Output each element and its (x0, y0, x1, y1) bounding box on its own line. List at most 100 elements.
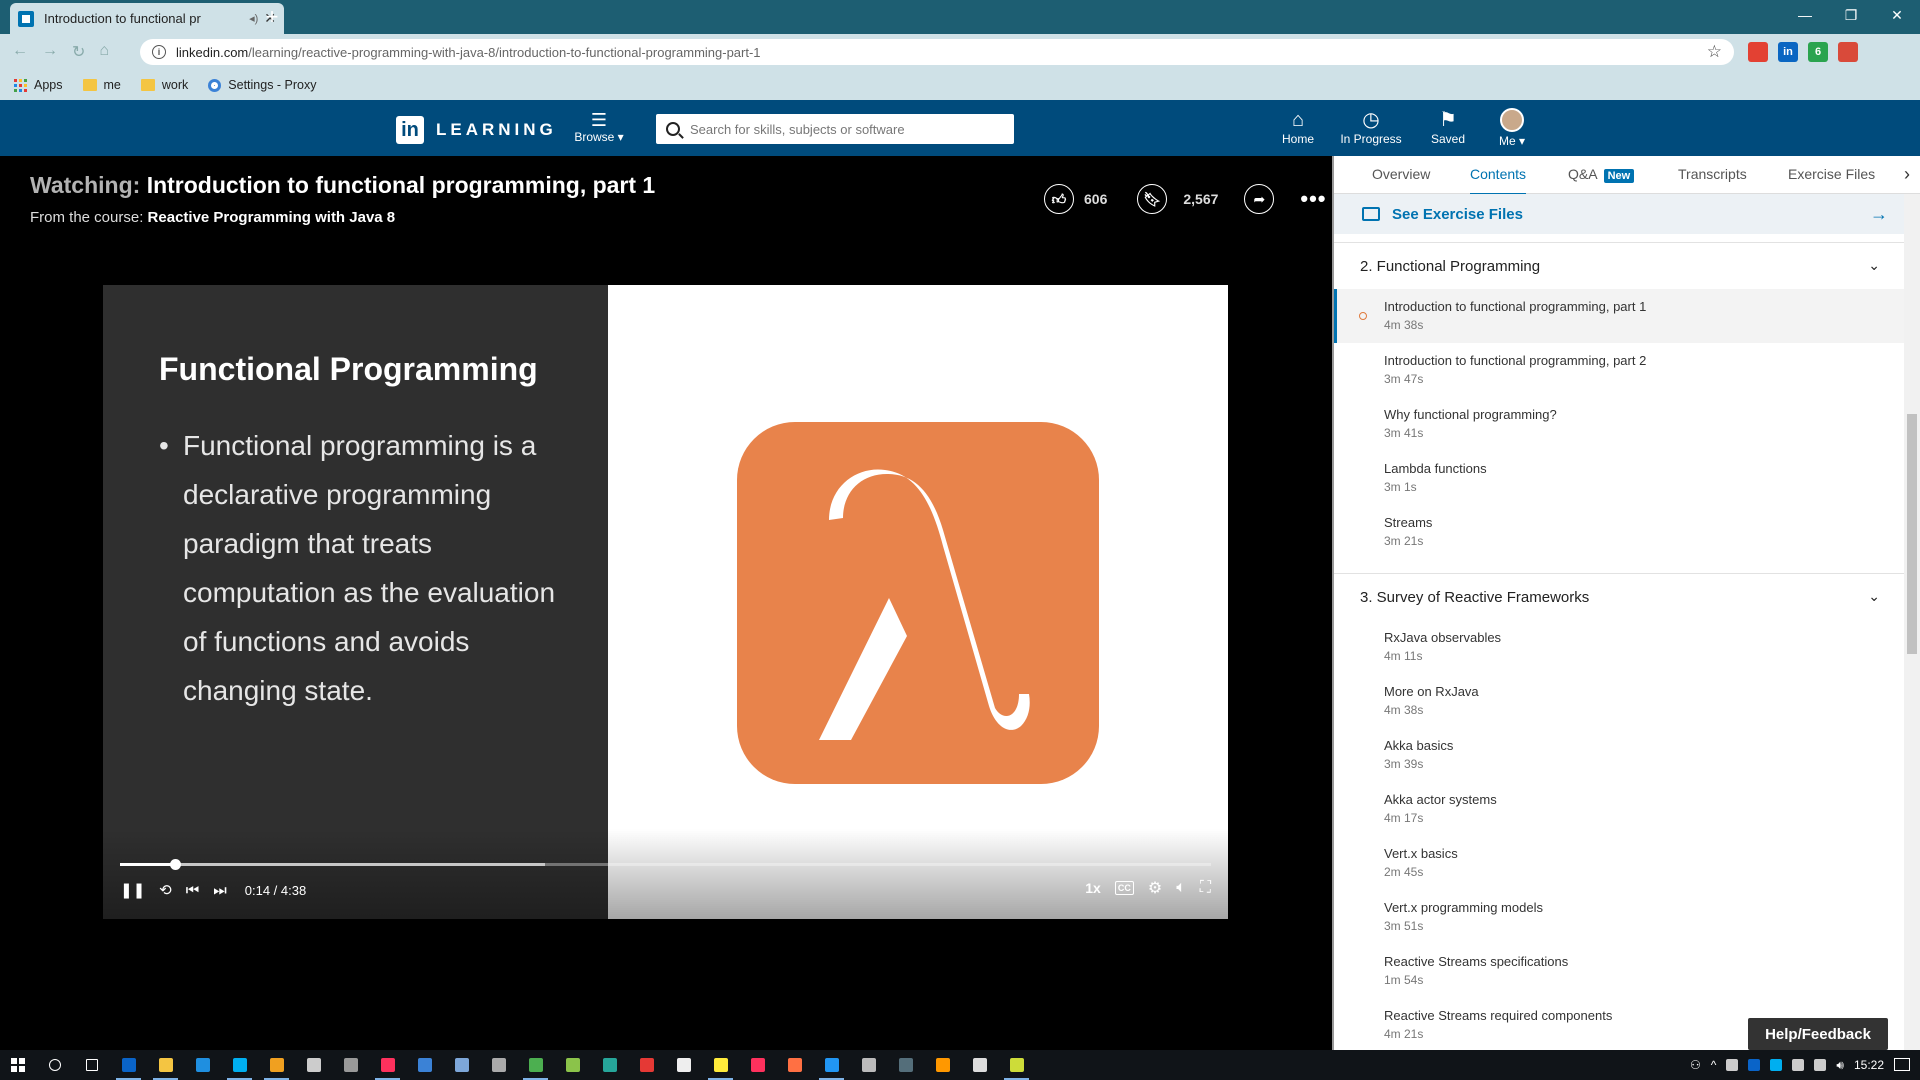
video-list-item[interactable]: Akka basics 3m 39s (1334, 728, 1904, 782)
bookmark-work[interactable]: work (140, 78, 188, 92)
browser-tab[interactable]: Introduction to functional pr ◂) ✕ (10, 3, 284, 34)
outlook-icon[interactable] (110, 1050, 147, 1080)
new-tab-button[interactable]: + (260, 5, 284, 29)
video-list-item[interactable]: Introduction to functional programming, … (1334, 343, 1904, 397)
see-exercise-files-link[interactable]: See Exercise Files → (1334, 194, 1904, 234)
tab-qa[interactable]: Q&A New (1568, 166, 1635, 183)
pause-icon[interactable]: ❚❚ (120, 878, 145, 902)
app-green-icon[interactable] (554, 1050, 591, 1080)
bookmark-apps[interactable]: Apps (14, 78, 63, 92)
nav-in-progress[interactable]: ◷ In Progress (1338, 108, 1404, 146)
extension-badge-icon[interactable]: 6 (1808, 42, 1828, 62)
notification-center-icon[interactable] (1894, 1058, 1910, 1071)
back-icon[interactable]: ← (12, 42, 28, 62)
start-button[interactable] (0, 1050, 36, 1080)
video-list-item[interactable]: Reactive Streams specifications 1m 54s (1334, 944, 1904, 998)
closed-captions-button[interactable]: CC (1114, 881, 1134, 895)
clock[interactable]: 15:22 (1854, 1058, 1884, 1072)
playback-speed-button[interactable]: 1x (1085, 880, 1101, 896)
skype-icon[interactable] (221, 1050, 258, 1080)
tab-exercise-files[interactable]: Exercise Files (1788, 166, 1875, 182)
chapter-header[interactable]: 3. Survey of Reactive Frameworks ⌄ (1334, 574, 1904, 620)
sticky-notes-icon[interactable] (702, 1050, 739, 1080)
video-list-item[interactable]: Streams 3m 21s (1334, 505, 1904, 559)
git-icon[interactable] (258, 1050, 295, 1080)
video-list-item[interactable]: Lambda functions 3m 1s (1334, 451, 1904, 505)
video-player[interactable]: Functional Programming • Functional prog… (103, 285, 1228, 919)
scrub-handle[interactable] (169, 859, 181, 870)
search-icon[interactable] (36, 1050, 73, 1080)
video-list-item[interactable]: Why functional programming? 3m 41s (1334, 397, 1904, 451)
app-teal-icon[interactable] (591, 1050, 628, 1080)
video-list-item[interactable]: More on RxJava 4m 38s (1334, 674, 1904, 728)
app-blue-icon[interactable] (406, 1050, 443, 1080)
video-list-item[interactable]: Akka actor systems 4m 17s (1334, 782, 1904, 836)
app-white-icon[interactable] (665, 1050, 702, 1080)
intellij-icon-2[interactable] (739, 1050, 776, 1080)
volume-icon[interactable]: 🔈︎ (1176, 879, 1186, 897)
close-window-icon[interactable]: ✕ (1874, 0, 1920, 30)
previous-icon[interactable]: ⏮ (186, 878, 200, 902)
linkedin-learning-logo[interactable]: in LEARNING (396, 116, 557, 144)
nav-home[interactable]: ⌂ Home (1278, 108, 1318, 146)
battery-icon[interactable] (1814, 1059, 1827, 1071)
virtualbox-icon[interactable] (443, 1050, 480, 1080)
reload-icon[interactable]: ↻ (72, 42, 85, 62)
forward-icon[interactable]: → (42, 42, 58, 62)
bookmark-me[interactable]: me (82, 78, 121, 92)
restore-icon[interactable]: ❐ (1828, 0, 1874, 30)
skype-tray-icon[interactable] (1770, 1059, 1783, 1071)
bookmark-star-icon[interactable]: ☆ (1707, 42, 1722, 62)
share-button[interactable]: ➦ (1244, 184, 1275, 214)
minimize-icon[interactable]: — (1782, 0, 1828, 30)
like-button[interactable]: 👍︎ (1044, 184, 1074, 214)
app-gray-icon-2[interactable] (850, 1050, 887, 1080)
more-options-button[interactable]: ••• (1300, 186, 1326, 212)
home-icon[interactable]: ⌂ (99, 42, 109, 62)
settings-icon[interactable]: ⚙ (1148, 878, 1162, 898)
task-view-icon[interactable] (73, 1050, 110, 1080)
nav-me[interactable]: Me ▾ (1494, 108, 1530, 148)
people-icon[interactable]: ⚇ (1690, 1058, 1701, 1072)
tray-overflow-icon[interactable]: ^ (1711, 1058, 1717, 1072)
next-icon[interactable]: ⏭ (213, 878, 227, 902)
fullscreen-icon[interactable]: ⛶ (1200, 879, 1211, 897)
audio-playing-icon[interactable]: ◂) (249, 12, 258, 25)
chevron-right-icon[interactable]: › (1904, 164, 1910, 185)
video-list-item[interactable]: RxJava observables 4m 11s (1334, 620, 1904, 674)
progress-bar[interactable] (120, 859, 1211, 870)
app-orange-icon[interactable] (924, 1050, 961, 1080)
notepad-icon[interactable] (998, 1050, 1035, 1080)
video-list-item[interactable]: Introduction to functional programming, … (1334, 289, 1904, 343)
video-list-item[interactable]: Vert.x programming models 3m 51s (1334, 890, 1904, 944)
tab-overview[interactable]: Overview (1372, 166, 1430, 182)
rewind-10-icon[interactable]: ⟲ (159, 878, 172, 902)
file-explorer-icon[interactable] (147, 1050, 184, 1080)
terminal-icon[interactable] (295, 1050, 332, 1080)
app-mono-icon[interactable] (961, 1050, 998, 1080)
profile-avatar-icon[interactable] (1838, 42, 1858, 62)
app-gray-icon[interactable] (480, 1050, 517, 1080)
course-link[interactable]: Reactive Programming with Java 8 (148, 209, 396, 226)
app-dark-icon[interactable] (887, 1050, 924, 1080)
site-info-icon[interactable]: i (152, 45, 166, 59)
linkedin-icon[interactable]: in (1778, 42, 1798, 62)
screenshot-icon[interactable] (628, 1050, 665, 1080)
bookmark-settings-proxy[interactable]: Settings - Proxy (208, 78, 317, 92)
app-red-icon[interactable] (776, 1050, 813, 1080)
scrollbar-thumb[interactable] (1907, 414, 1917, 654)
outlook-tray-icon[interactable] (1748, 1059, 1761, 1071)
help-feedback-button[interactable]: Help/Feedback (1748, 1018, 1888, 1050)
nav-saved[interactable]: ⚑ Saved (1428, 108, 1468, 146)
video-list-item[interactable]: Vert.x basics 2m 45s (1334, 836, 1904, 890)
app-icon[interactable] (332, 1050, 369, 1080)
google-icon[interactable] (1748, 42, 1768, 62)
panel-scrollbar[interactable] (1904, 194, 1920, 1050)
chrome-icon[interactable] (517, 1050, 554, 1080)
vscode-icon[interactable] (813, 1050, 850, 1080)
tab-transcripts[interactable]: Transcripts (1678, 166, 1747, 182)
tab-contents[interactable]: Contents (1470, 166, 1527, 195)
tray-app-icon[interactable] (1726, 1059, 1739, 1071)
chapter-header[interactable]: 2. Functional Programming ⌄ (1334, 243, 1904, 289)
network-icon[interactable] (1792, 1059, 1805, 1071)
